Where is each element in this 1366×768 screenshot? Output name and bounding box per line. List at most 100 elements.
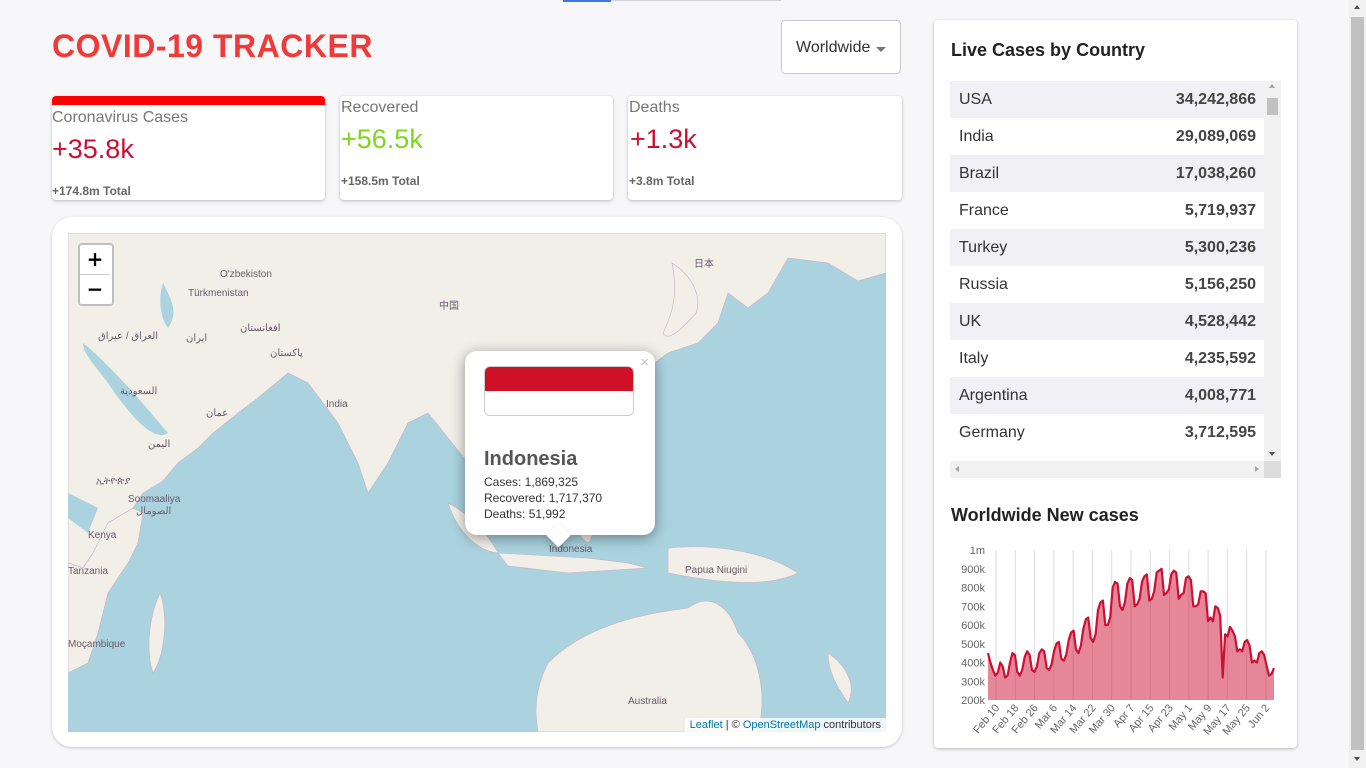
table-horizontal-scrollbar[interactable] <box>950 461 1264 478</box>
row-cases: 4,008,771 <box>1184 387 1256 404</box>
chart-area <box>988 568 1274 700</box>
map-label: Kenya <box>88 530 117 541</box>
row-country: UK <box>959 313 982 330</box>
table-row: Russia 5,156,250 <box>950 266 1264 303</box>
chart-title: Worldwide New cases <box>951 505 1139 525</box>
map-label: O'zbekiston <box>220 269 272 280</box>
zoom-out-button[interactable]: − <box>80 274 110 304</box>
row-country: France <box>959 202 1009 219</box>
chart-y-tick-label: 200k <box>961 695 985 707</box>
new-cases-chart: Feb 10Feb 18Feb 26Mar 6Mar 14Mar 22Mar 3… <box>961 545 1276 738</box>
chevron-down-icon <box>876 47 886 52</box>
info-card-cases[interactable]: Coronavirus Cases +35.8k +174.8m Total <box>52 96 325 200</box>
chart-y-tick-label: 1m <box>970 545 985 557</box>
row-country: India <box>959 128 994 145</box>
cases-table[interactable]: USA 34,242,866 India 29,089,069 Brazil 17,0… <box>950 81 1281 481</box>
app-title: COVID-19 TRACKER <box>52 28 373 64</box>
scroll-right-icon[interactable] <box>1255 466 1259 472</box>
popup-country-name: Indonesia <box>484 448 578 470</box>
chart-y-tick-label: 600k <box>961 620 985 632</box>
page-scrollbar[interactable] <box>1349 0 1366 768</box>
flag-image <box>484 366 634 416</box>
map-label: افغانستان <box>240 323 281 334</box>
popup-cases: Cases: 1,869,325 <box>484 475 579 489</box>
leaflet-link[interactable]: Leaflet <box>690 719 723 731</box>
selected-indicator <box>52 96 325 105</box>
attribution-suffix: contributors <box>820 719 881 731</box>
table-row: Germany 3,712,595 <box>950 414 1264 451</box>
flag-white-band <box>485 391 633 415</box>
table-row: UK 4,528,442 <box>950 303 1264 340</box>
row-cases: 29,089,069 <box>1175 128 1256 145</box>
info-card-total: +174.8m Total <box>52 184 131 198</box>
row-country: USA <box>959 91 992 108</box>
chart-y-tick-label: 900k <box>961 564 985 576</box>
table-row: Brazil 17,038,260 <box>950 155 1264 192</box>
row-cases: 4,235,592 <box>1184 350 1256 367</box>
map-label: Australia <box>628 696 667 707</box>
row-country: Italy <box>959 350 989 367</box>
row-cases: 17,038,260 <box>1175 165 1256 182</box>
chart-x-tick-label: Jun 2 <box>1246 702 1272 730</box>
row-country: Germany <box>959 424 1025 441</box>
scroll-left-icon[interactable] <box>955 466 959 472</box>
sidebar-card: Live Cases by Country USA 34,242,866 Indi… <box>934 20 1297 748</box>
row-cases: 5,156,250 <box>1184 276 1256 293</box>
info-card-total: +158.5m Total <box>341 174 420 188</box>
scroll-down-icon[interactable] <box>1269 452 1275 456</box>
info-card-total: +3.8m Total <box>629 174 695 188</box>
scroll-thumb[interactable] <box>1351 17 1364 750</box>
map-label: Soomaaliya <box>128 494 181 505</box>
chart-y-tick-label: 700k <box>961 601 985 613</box>
row-country: Argentina <box>959 387 1028 404</box>
table-vertical-scrollbar[interactable] <box>1264 81 1281 461</box>
table-row: USA 34,242,866 <box>950 81 1264 118</box>
map-label: السعودية <box>120 386 158 397</box>
zoom-in-button[interactable]: + <box>80 245 110 274</box>
map-label: ایران <box>186 333 208 344</box>
scrollbar-corner <box>1264 461 1281 478</box>
chart-y-tick-label: 500k <box>961 639 985 651</box>
popup-deaths: Deaths: 51,992 <box>484 507 566 521</box>
table-title: Live Cases by Country <box>951 40 1146 60</box>
info-card-today: +35.8k <box>52 134 134 164</box>
zoom-control: + − <box>78 243 114 306</box>
row-country: Russia <box>959 276 1008 293</box>
map[interactable]: + − O'zbekiston Türkmenistan افغانستان ا… <box>68 233 886 732</box>
map-label: Indonesia <box>549 544 593 555</box>
info-card-today: +1.3k <box>630 124 697 154</box>
table-row: India 29,089,069 <box>950 118 1264 155</box>
country-popup: × Indonesia Cases: 1,869,325 Recovered: … <box>465 351 655 548</box>
map-label: پاکستان <box>270 348 303 359</box>
row-cases: 5,300,236 <box>1184 239 1256 256</box>
scroll-up-icon[interactable] <box>1354 5 1360 9</box>
table-row: Argentina 4,008,771 <box>950 377 1264 414</box>
scroll-down-icon[interactable] <box>1354 757 1360 761</box>
map-label: India <box>326 399 348 410</box>
map-label: Tanzania <box>68 566 109 577</box>
popup-recovered: Recovered: 1,717,370 <box>484 491 603 505</box>
map-label: ኢትዮጵያ <box>96 476 131 487</box>
row-cases: 34,242,866 <box>1175 91 1256 108</box>
row-country: Turkey <box>959 239 1008 256</box>
tab-indicator <box>563 0 611 2</box>
scroll-up-icon[interactable] <box>1269 84 1275 88</box>
map-label: Türkmenistan <box>188 288 249 299</box>
map-label: اليمن <box>148 439 171 450</box>
scroll-thumb[interactable] <box>1267 98 1278 115</box>
map-attribution: Leaflet | © OpenStreetMap contributors <box>684 718 886 732</box>
row-cases: 3,712,595 <box>1184 424 1256 441</box>
chart-y-tick-label: 400k <box>961 658 985 670</box>
osm-link[interactable]: OpenStreetMap <box>743 719 821 731</box>
attribution-separator: | © <box>722 719 743 731</box>
country-select[interactable]: Worldwide <box>781 20 901 74</box>
info-card-recovered[interactable]: Recovered +56.5k +158.5m Total <box>340 96 613 200</box>
info-card-label: Recovered <box>341 99 419 116</box>
map-card: + − O'zbekiston Türkmenistan افغانستان ا… <box>52 217 902 747</box>
info-card-deaths[interactable]: Deaths +1.3k +3.8m Total <box>628 96 902 200</box>
table-row: France 5,719,937 <box>950 192 1264 229</box>
close-icon[interactable]: × <box>640 354 649 371</box>
table-row: Turkey 5,300,236 <box>950 229 1264 266</box>
flag-red-band <box>485 367 633 391</box>
row-cases: 5,719,937 <box>1184 202 1256 219</box>
